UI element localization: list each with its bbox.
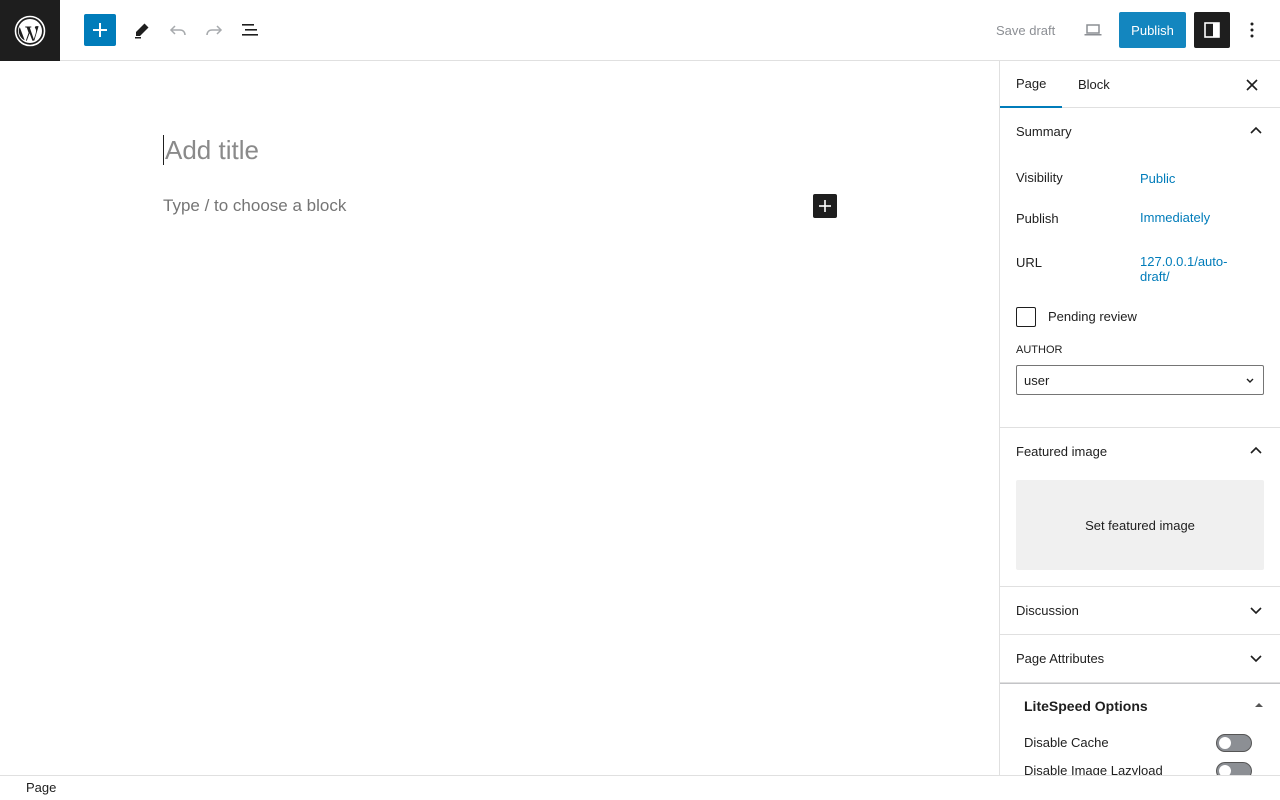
list-view-button[interactable] bbox=[234, 14, 266, 46]
chevron-down-icon bbox=[1250, 655, 1262, 663]
undo-button[interactable] bbox=[162, 14, 194, 46]
panel-title: Page Attributes bbox=[1016, 651, 1105, 666]
plus-icon bbox=[93, 23, 107, 37]
plus-icon bbox=[819, 200, 831, 212]
wordpress-logo-icon bbox=[14, 15, 46, 46]
block-appender[interactable]: Type / to choose a block bbox=[163, 196, 346, 216]
publish-label: Publish bbox=[1016, 211, 1059, 226]
author-select[interactable]: user bbox=[1016, 365, 1264, 395]
panel-title: Summary bbox=[1016, 124, 1072, 139]
redo-icon bbox=[206, 25, 223, 36]
undo-icon bbox=[169, 25, 186, 36]
pencil-icon bbox=[135, 23, 149, 39]
post-title-input[interactable]: Add title bbox=[163, 135, 259, 165]
close-icon bbox=[1246, 79, 1258, 91]
url-label: URL bbox=[1016, 255, 1043, 270]
visibility-value-button[interactable]: Public bbox=[1140, 171, 1175, 186]
litespeed-options-title: LiteSpeed Options bbox=[1024, 698, 1148, 714]
disable-image-lazyload-label: Disable Image Lazyload bbox=[1024, 763, 1163, 775]
chevron-up-icon bbox=[1250, 446, 1262, 454]
chevron-down-icon bbox=[1246, 378, 1254, 383]
redo-button[interactable] bbox=[198, 14, 230, 46]
publish-date-button[interactable]: Immediately bbox=[1140, 210, 1210, 225]
options-button[interactable] bbox=[1236, 14, 1268, 46]
add-block-button[interactable] bbox=[84, 14, 116, 46]
toggle-knob bbox=[1219, 737, 1231, 749]
panel-title: Featured image bbox=[1016, 444, 1108, 459]
pending-review-label: Pending review bbox=[1048, 309, 1137, 324]
breadcrumb[interactable]: Page bbox=[26, 780, 56, 795]
wordpress-logo-button[interactable] bbox=[0, 0, 60, 61]
visibility-label: Visibility bbox=[1016, 170, 1063, 185]
preview-button[interactable] bbox=[1077, 14, 1109, 46]
triangle-up-icon[interactable] bbox=[1254, 700, 1264, 710]
disable-cache-toggle[interactable] bbox=[1216, 734, 1252, 752]
editor-footer: Page bbox=[0, 775, 1280, 800]
toggle-knob bbox=[1219, 765, 1231, 775]
set-featured-image-button[interactable]: Set featured image bbox=[1016, 480, 1264, 570]
panel-title: Discussion bbox=[1016, 603, 1079, 618]
inline-add-block-button[interactable] bbox=[813, 194, 837, 218]
url-value-button[interactable]: 127.0.0.1/auto-draft/ bbox=[1140, 254, 1250, 284]
vertical-ellipsis-icon bbox=[1250, 22, 1254, 38]
laptop-icon bbox=[1084, 24, 1102, 36]
tools-button[interactable] bbox=[126, 14, 158, 46]
tab-page[interactable]: Page bbox=[1000, 61, 1063, 108]
publish-button[interactable]: Publish bbox=[1119, 12, 1186, 48]
summary-panel: Summary Visibility Public Publish Immedi… bbox=[1000, 108, 1280, 428]
litespeed-options-panel: LiteSpeed Options Disable Cache Disable … bbox=[1000, 683, 1280, 775]
pending-review-checkbox[interactable] bbox=[1016, 307, 1036, 327]
chevron-down-icon bbox=[1250, 607, 1262, 615]
summary-panel-toggle[interactable]: Summary bbox=[1000, 108, 1280, 155]
disable-cache-label: Disable Cache bbox=[1024, 735, 1109, 750]
tab-block[interactable]: Block bbox=[1062, 61, 1126, 108]
list-view-icon bbox=[242, 24, 258, 36]
page-attributes-panel-toggle[interactable]: Page Attributes bbox=[1000, 635, 1280, 682]
sidebar-toggle-icon bbox=[1204, 22, 1220, 38]
author-selected-value: user bbox=[1024, 372, 1050, 388]
editor-canvas: Add title Type / to choose a block bbox=[0, 61, 999, 775]
chevron-up-icon bbox=[1250, 126, 1262, 134]
author-label: AUTHOR bbox=[1016, 344, 1063, 356]
discussion-panel: Discussion bbox=[1000, 587, 1280, 635]
save-draft-button[interactable]: Save draft bbox=[986, 14, 1065, 46]
close-sidebar-button[interactable] bbox=[1240, 73, 1264, 97]
settings-toggle-button[interactable] bbox=[1194, 12, 1230, 48]
settings-sidebar: Page Block Summary Visibility Public Pub… bbox=[999, 61, 1280, 775]
disable-image-lazyload-toggle[interactable] bbox=[1216, 762, 1252, 775]
featured-image-panel-toggle[interactable]: Featured image bbox=[1000, 428, 1280, 475]
featured-image-panel: Featured image Set featured image bbox=[1000, 428, 1280, 587]
page-attributes-panel: Page Attributes bbox=[1000, 635, 1280, 683]
discussion-panel-toggle[interactable]: Discussion bbox=[1000, 587, 1280, 634]
editor-header: Save draft Publish bbox=[0, 0, 1280, 61]
sidebar-tabs: Page Block bbox=[1000, 61, 1280, 108]
